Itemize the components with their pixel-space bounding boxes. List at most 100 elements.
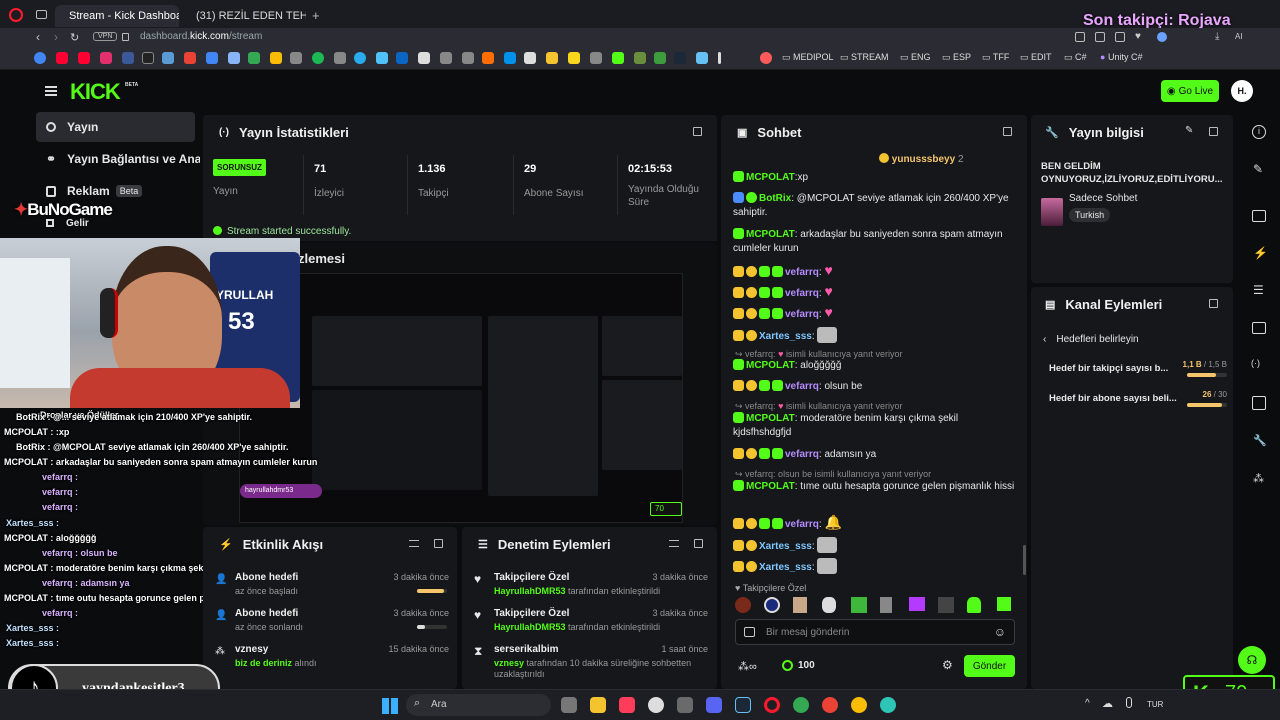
sidebar-item-yayin[interactable]: Yayın	[46, 113, 98, 141]
bookmark-folder-unity[interactable]: ● Unity C#	[1100, 52, 1142, 62]
info-icon[interactable]: i	[1252, 125, 1266, 139]
taskbar-lang[interactable]: TUR	[1147, 700, 1163, 709]
bookmark-icon[interactable]	[568, 52, 580, 64]
steam-icon[interactable]	[735, 697, 751, 713]
taskbar-search[interactable]: ⌕ Ara	[406, 694, 551, 716]
reload-icon[interactable]: ↻	[70, 31, 79, 44]
workspace-icon[interactable]	[36, 10, 47, 19]
bookmark-icon[interactable]	[184, 52, 196, 64]
bookmark-icon[interactable]	[440, 52, 452, 64]
filter-icon[interactable]	[409, 540, 419, 547]
bookmark-icon[interactable]	[376, 52, 388, 64]
bookmark-icon[interactable]	[228, 52, 240, 64]
music-icon[interactable]	[619, 697, 635, 713]
settings-gear-icon[interactable]: ⚙	[942, 658, 953, 672]
tray-chevron-icon[interactable]: ^	[1085, 698, 1090, 709]
pencil-icon[interactable]: ✎	[1253, 162, 1263, 176]
send-button[interactable]: Gönder	[964, 655, 1015, 677]
chrome-icon[interactable]	[822, 697, 838, 713]
expand-icon[interactable]	[434, 539, 443, 548]
emote-icon[interactable]	[851, 597, 867, 613]
bookmark-icon[interactable]	[674, 52, 686, 64]
emote-icon[interactable]	[909, 597, 925, 611]
community-icon[interactable]: ⁂∞	[738, 660, 757, 673]
bookmark-icon[interactable]	[290, 52, 302, 64]
bookmark-icon[interactable]	[696, 52, 708, 64]
new-tab-plus-icon[interactable]: +	[312, 8, 320, 23]
edge-icon[interactable]	[880, 697, 896, 713]
bookmark-folder-stream[interactable]: ▭ STREAM	[840, 52, 889, 63]
bookmark-icon[interactable]	[634, 52, 646, 64]
opera-icon[interactable]	[764, 697, 780, 713]
goal-subscriber[interactable]: Hedef bir abone sayısı beli... 26 / 30	[1049, 390, 1227, 407]
bookmark-icon[interactable]	[248, 52, 260, 64]
hamburger-menu-icon[interactable]	[45, 86, 57, 96]
vpn-badge[interactable]: VPN	[93, 32, 118, 41]
download-icon[interactable]: ⤓	[1215, 31, 1219, 42]
share-icon[interactable]: ⁂	[1253, 472, 1264, 485]
app-icon[interactable]	[648, 697, 664, 713]
expand-icon[interactable]	[1209, 299, 1218, 308]
emote-icon[interactable]	[822, 597, 836, 613]
go-live-button[interactable]: ◉ Go Live	[1161, 80, 1219, 102]
emote-icon[interactable]	[880, 597, 892, 613]
bookmark-icon[interactable]	[56, 52, 68, 64]
profile-icon[interactable]	[1157, 32, 1167, 42]
goal-follower[interactable]: Hedef bir takipçi sayısı b... 1,1 B / 1,…	[1049, 360, 1227, 377]
expand-icon[interactable]	[693, 127, 702, 136]
expand-icon[interactable]	[1209, 127, 1218, 136]
filter-icon[interactable]	[669, 540, 679, 547]
mic-icon[interactable]	[1126, 697, 1132, 708]
wrench-icon[interactable]: 🔧	[1253, 434, 1267, 447]
shield-icon[interactable]	[1115, 32, 1125, 42]
explorer-icon[interactable]	[590, 697, 606, 713]
bookmark-icon[interactable]	[100, 52, 112, 64]
emote-icon[interactable]	[997, 597, 1011, 611]
goals-back-button[interactable]: ‹ Hedefleri belirleyin	[1043, 334, 1139, 345]
chrome-icon[interactable]	[793, 697, 809, 713]
avatar[interactable]: H.	[1231, 80, 1253, 102]
support-headset-icon[interactable]: ☊	[1238, 646, 1266, 674]
discord-icon[interactable]	[706, 697, 722, 713]
bookmark-icon[interactable]	[590, 52, 602, 64]
broadcast-icon[interactable]: (·)	[1251, 358, 1260, 368]
cloud-icon[interactable]: ☁	[1102, 697, 1113, 710]
kick-logo[interactable]: KICK	[70, 79, 121, 105]
bookmark-icon[interactable]	[78, 52, 90, 64]
expand-icon[interactable]	[694, 539, 703, 548]
bookmark-icon[interactable]	[354, 52, 366, 64]
stats-icon[interactable]	[1252, 210, 1266, 222]
bookmark-icon[interactable]	[760, 52, 772, 64]
bookmark-icon[interactable]	[504, 52, 516, 64]
app-icon[interactable]	[677, 697, 693, 713]
chat-scrollbar[interactable]	[1023, 545, 1026, 575]
bookmark-icon[interactable]	[162, 52, 174, 64]
chat-icon[interactable]	[1252, 322, 1266, 334]
forward-arrow-icon[interactable]: ›	[54, 30, 58, 44]
sidebar-item-baglanti[interactable]: ⚭ Yayın Bağlantısı ve Anahta	[46, 145, 200, 173]
emote-icon[interactable]	[938, 597, 954, 613]
ext-icon[interactable]	[1075, 32, 1085, 42]
bookmark-icon[interactable]	[312, 52, 324, 64]
heart-icon[interactable]: ♥	[1135, 31, 1141, 42]
bookmark-icon[interactable]	[334, 52, 346, 64]
bookmark-folder-medipol[interactable]: ▭ MEDIPOL	[782, 52, 834, 63]
stream-preview-video[interactable]: hayrullahdmr53 70	[239, 273, 683, 523]
expand-icon[interactable]	[1003, 127, 1012, 136]
back-arrow-icon[interactable]: ‹	[36, 30, 40, 44]
chrome-icon[interactable]	[851, 697, 867, 713]
bookmark-icon[interactable]	[122, 52, 134, 64]
ai-icon[interactable]: AI	[1235, 32, 1243, 41]
tab-kick-dashboard[interactable]: Stream - Kick Dashboard	[55, 5, 179, 27]
emote-icon[interactable]	[967, 597, 981, 613]
bookmark-icon[interactable]	[654, 52, 666, 64]
camera-icon[interactable]	[1095, 32, 1105, 42]
bookmark-icon[interactable]	[418, 52, 430, 64]
emote-icon[interactable]	[793, 597, 807, 613]
bookmark-icon[interactable]	[546, 52, 558, 64]
bookmark-icon[interactable]	[34, 52, 46, 64]
emote-icon[interactable]	[764, 597, 780, 613]
bookmark-icon[interactable]	[270, 52, 282, 64]
bookmark-icon[interactable]	[462, 52, 474, 64]
bookmark-icon[interactable]	[524, 52, 536, 64]
